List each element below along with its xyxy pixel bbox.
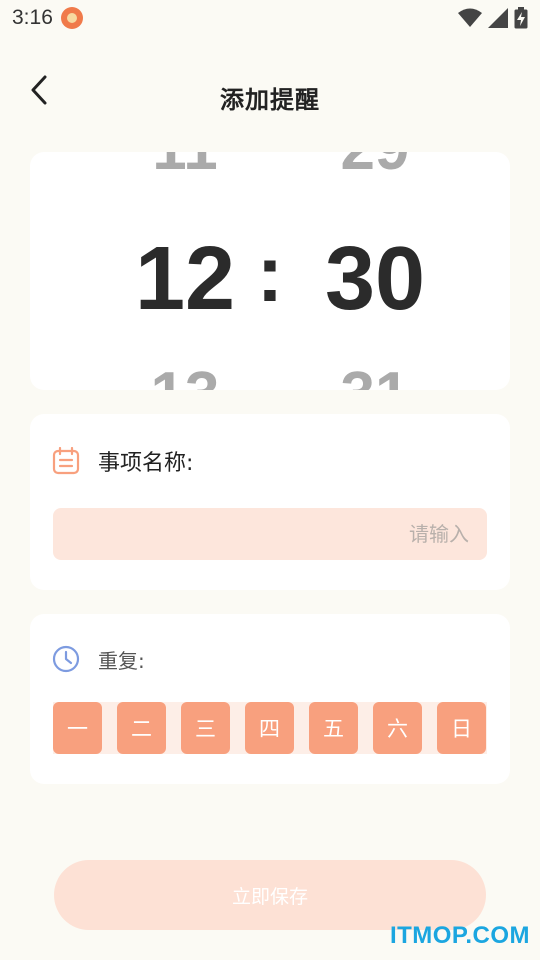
minute-next[interactable]: 31 bbox=[300, 364, 450, 391]
day-button-wed[interactable]: 三 bbox=[181, 702, 230, 754]
day-button-mon[interactable]: 一 bbox=[53, 702, 102, 754]
repeat-card: 重复: 一 二 三 四 五 六 日 bbox=[30, 614, 510, 784]
wifi-icon bbox=[458, 8, 482, 27]
hour-next[interactable]: 13 bbox=[110, 364, 260, 391]
status-bar: 3:16 bbox=[0, 0, 540, 36]
calendar-icon bbox=[52, 447, 80, 475]
day-button-fri[interactable]: 五 bbox=[309, 702, 358, 754]
minute-current[interactable]: 30 bbox=[300, 234, 450, 324]
time-separator: : bbox=[256, 229, 284, 318]
app-notification-icon bbox=[60, 7, 83, 29]
clock-icon bbox=[52, 645, 80, 673]
minute-wheel[interactable]: 29 30 31 bbox=[300, 152, 450, 390]
signal-icon bbox=[488, 8, 508, 28]
item-name-label: 事项名称: bbox=[98, 451, 194, 476]
weekday-selector: 一 二 三 四 五 六 日 bbox=[53, 702, 487, 754]
header: 添加提醒 bbox=[0, 60, 540, 132]
watermark: ITMOP.COM bbox=[389, 922, 530, 949]
save-button[interactable]: 立即保存 bbox=[54, 860, 486, 930]
status-time: 3:16 bbox=[12, 6, 53, 29]
day-button-sun[interactable]: 日 bbox=[437, 702, 486, 754]
page-title: 添加提醒 bbox=[220, 86, 320, 114]
hour-prev[interactable]: 11 bbox=[110, 152, 260, 180]
hour-wheel[interactable]: 11 12 13 bbox=[110, 152, 260, 390]
day-button-sat[interactable]: 六 bbox=[373, 702, 422, 754]
minute-prev[interactable]: 29 bbox=[300, 152, 450, 180]
day-button-tue[interactable]: 二 bbox=[117, 702, 166, 754]
status-icons bbox=[458, 7, 528, 29]
repeat-row: 重复: bbox=[52, 644, 145, 674]
item-name-input[interactable] bbox=[53, 508, 487, 560]
hour-current[interactable]: 12 bbox=[110, 234, 260, 324]
item-name-card: 事项名称: bbox=[30, 414, 510, 590]
time-picker[interactable]: 11 12 13 : 29 30 31 bbox=[30, 152, 510, 390]
repeat-label: 重复: bbox=[98, 648, 145, 673]
day-button-thu[interactable]: 四 bbox=[245, 702, 294, 754]
item-name-row: 事项名称: bbox=[52, 446, 193, 476]
battery-charging-icon bbox=[514, 7, 528, 29]
